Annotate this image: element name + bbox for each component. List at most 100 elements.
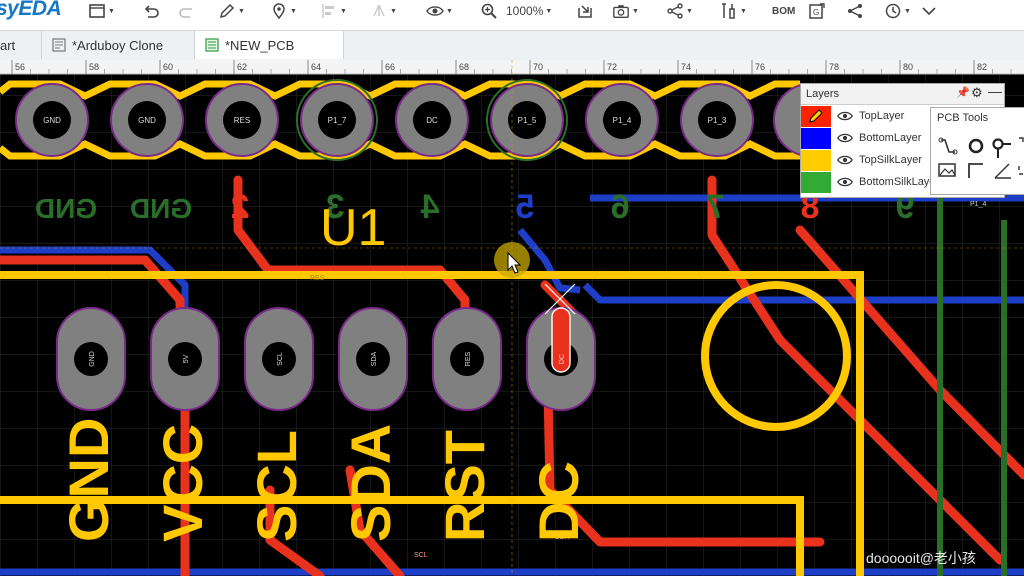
pcb-tools-icons (938, 137, 1024, 179)
header-pad[interactable]: DC (395, 83, 469, 157)
oval-pad[interactable]: DC (526, 307, 596, 411)
track-tool-icon[interactable] (938, 137, 958, 155)
tree-icon (373, 4, 385, 17)
schematic-icon (52, 38, 66, 52)
align-icon (322, 4, 334, 18)
tab-start[interactable]: art (0, 31, 42, 59)
oval-pad[interactable]: RES (432, 307, 502, 411)
zoom-button[interactable]: 1000% ▼ (480, 0, 552, 22)
add-tool-icon[interactable] (1019, 137, 1024, 142)
link-button[interactable] (846, 0, 864, 22)
pin-label: VCC (151, 424, 214, 542)
file-menu-button[interactable]: ▼ (88, 0, 115, 22)
layer-color-swatch[interactable] (801, 171, 831, 193)
redo-button[interactable] (178, 0, 196, 22)
pad-tool-icon[interactable] (968, 138, 984, 154)
eye-icon (426, 6, 444, 16)
pin-icon (273, 3, 285, 20)
oval-pad-label: DC (559, 354, 566, 364)
header-pad[interactable]: P1_7 (296, 79, 378, 161)
header-pad[interactable]: GND (110, 83, 184, 157)
angle-tool-icon[interactable] (994, 163, 1011, 179)
redo-icon (179, 8, 192, 18)
link-icon (848, 4, 862, 18)
view-button[interactable]: ▼ (426, 0, 453, 22)
pin-number: 4 (420, 188, 439, 226)
bom-icon: BOM (772, 5, 796, 17)
ruler-tick-label: 76 (755, 62, 765, 72)
undo-icon (144, 5, 159, 18)
pcb-tools-title: PCB Tools (937, 112, 989, 124)
header-pad[interactable]: RES (205, 83, 279, 157)
header-pad-label: P1_4 (613, 116, 632, 125)
layer-name: TopSilkLayer (859, 154, 922, 166)
eye-icon[interactable] (837, 130, 853, 146)
header-pad-label: P1_3 (708, 116, 727, 125)
pin-label: SDA (339, 424, 402, 542)
oval-pad-label: RES (465, 351, 472, 366)
oval-pad[interactable]: 5V (150, 307, 220, 411)
oval-pad[interactable]: SDA (338, 307, 408, 411)
layer-color-swatch[interactable] (801, 127, 831, 149)
undo-button[interactable] (142, 0, 160, 22)
tools-icon (722, 3, 735, 19)
pencil-button[interactable]: ▼ (218, 0, 245, 22)
import-icon (578, 5, 592, 18)
eye-icon[interactable] (837, 108, 853, 124)
layer-color-swatch[interactable] (801, 149, 831, 171)
header-pad-label: GND (138, 116, 156, 125)
more-tool-icon[interactable] (1018, 166, 1023, 175)
pin-icon[interactable]: 📌 (956, 86, 970, 99)
pencil-icon (809, 108, 823, 123)
component-ref: U1 (320, 199, 386, 257)
eye-icon[interactable] (837, 174, 853, 190)
toolbar: syEDA ▼ ▼ ▼ ▼ ▼ ▼ 1000% ▼ ▼ ▼ ▼ BOM G ▼ (0, 0, 1024, 31)
header-pad[interactable]: P1_5 (486, 79, 568, 161)
gerber-button[interactable]: G (808, 0, 826, 22)
place-button[interactable]: ▼ (270, 0, 297, 22)
gear-icon[interactable]: ⚙ (971, 85, 983, 101)
header-pad[interactable]: P1_3 (680, 83, 754, 157)
tree-button[interactable]: ▼ (370, 0, 397, 22)
tools-button[interactable]: ▼ (720, 0, 747, 22)
tab-pcb[interactable]: *NEW_PCB (194, 31, 344, 59)
more-button[interactable] (920, 0, 938, 22)
header-pad-label: GND (43, 116, 61, 125)
history-button[interactable]: ▼ (884, 0, 911, 22)
camera-button[interactable]: ▼ (612, 0, 639, 22)
tab-bar: art *Arduboy Clone *NEW_PCB (0, 31, 1024, 61)
minimize-icon[interactable]: — (988, 83, 1002, 99)
header-pad[interactable]: GND (15, 83, 89, 157)
pencil-icon (219, 3, 235, 19)
ruler-tick-label: 70 (533, 62, 543, 72)
bom-button[interactable]: BOM (772, 0, 795, 22)
header-pad[interactable]: P1_4 (585, 83, 659, 157)
eye-icon[interactable] (837, 152, 853, 168)
oval-pad[interactable]: SCL (244, 307, 314, 411)
tab-schematic[interactable]: *Arduboy Clone (42, 31, 194, 59)
corner-tool-icon[interactable] (968, 163, 983, 178)
chevron-down-icon (922, 7, 936, 16)
network-button[interactable]: ▼ (666, 0, 693, 22)
ruler-tick-label: 64 (311, 62, 321, 72)
net-label-p1-4: P1_4 (970, 201, 986, 208)
zoom-icon (481, 3, 497, 19)
tab-label: art (0, 37, 16, 53)
via-tool-icon[interactable] (992, 138, 1012, 159)
header-pad-label: P1_5 (518, 116, 537, 125)
layer-color-swatch[interactable] (801, 105, 831, 127)
pin-number: GND (35, 193, 97, 224)
import-button[interactable] (576, 0, 594, 22)
oval-pad[interactable]: GND (56, 307, 126, 411)
oval-pad-label: SCL (277, 352, 284, 366)
oval-pad-label: SDA (371, 351, 378, 366)
ruler-tick-label: 78 (829, 62, 839, 72)
image-tool-icon[interactable] (938, 163, 956, 177)
align-button[interactable]: ▼ (320, 0, 347, 22)
ruler-tick-label: 62 (237, 62, 247, 72)
app-logo: syEDA (0, 0, 62, 20)
watermark: doooooit@老小孩 (866, 550, 976, 566)
pin-label: RST (433, 430, 496, 542)
ruler-tick-label: 66 (385, 62, 395, 72)
header-pad-label: P1_7 (328, 116, 347, 125)
